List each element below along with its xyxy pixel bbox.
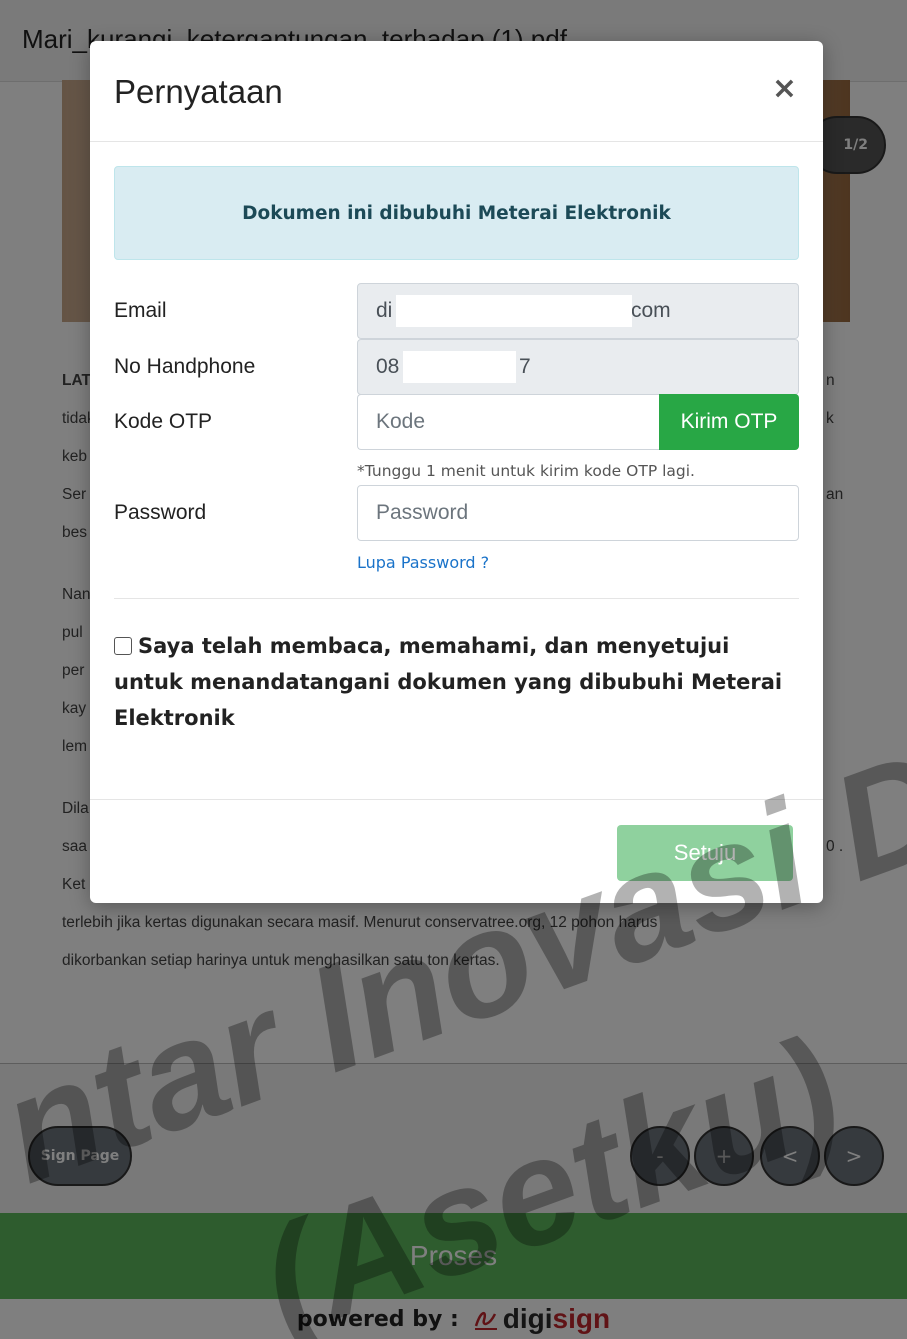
modal-header: Pernyataan ×	[90, 41, 823, 142]
email-redaction	[396, 295, 632, 327]
agreement-checkbox-row[interactable]: Saya telah membaca, memahami, dan menyet…	[114, 628, 804, 736]
setuju-button[interactable]: Setuju	[617, 825, 793, 881]
password-label: Password	[114, 501, 207, 524]
phone-label: No Handphone	[114, 355, 256, 378]
forgot-password-link[interactable]: Lupa Password ?	[357, 553, 489, 572]
password-field	[357, 485, 799, 541]
email-field: di com	[357, 283, 799, 339]
phone-redaction	[403, 351, 516, 383]
send-otp-button[interactable]: Kirim OTP	[659, 394, 799, 450]
password-input[interactable]	[376, 501, 780, 525]
otp-input-wrapper	[357, 394, 659, 450]
phone-field: 08 7	[357, 339, 799, 395]
email-label: Email	[114, 299, 167, 322]
modal-footer: Setuju	[90, 799, 823, 903]
close-icon[interactable]: ×	[772, 71, 797, 106]
modal-title: Pernyataan	[114, 73, 283, 110]
otp-input-group: Kirim OTP	[357, 394, 799, 450]
agreement-checkbox[interactable]	[114, 637, 132, 655]
otp-input[interactable]	[376, 410, 641, 434]
agreement-text: Saya telah membaca, memahami, dan menyet…	[114, 634, 783, 730]
meterai-alert: Dokumen ini dibubuhi Meterai Elektronik	[114, 166, 799, 260]
pernyataan-modal: Pernyataan × Dokumen ini dibubuhi Metera…	[90, 41, 823, 903]
otp-hint: *Tunggu 1 menit untuk kirim kode OTP lag…	[357, 462, 695, 480]
email-suffix: com	[631, 299, 671, 322]
otp-label: Kode OTP	[114, 410, 213, 433]
phone-suffix: 7	[519, 355, 531, 378]
email-prefix: di	[376, 299, 393, 322]
phone-prefix: 08	[376, 355, 400, 378]
modal-divider	[114, 598, 799, 599]
